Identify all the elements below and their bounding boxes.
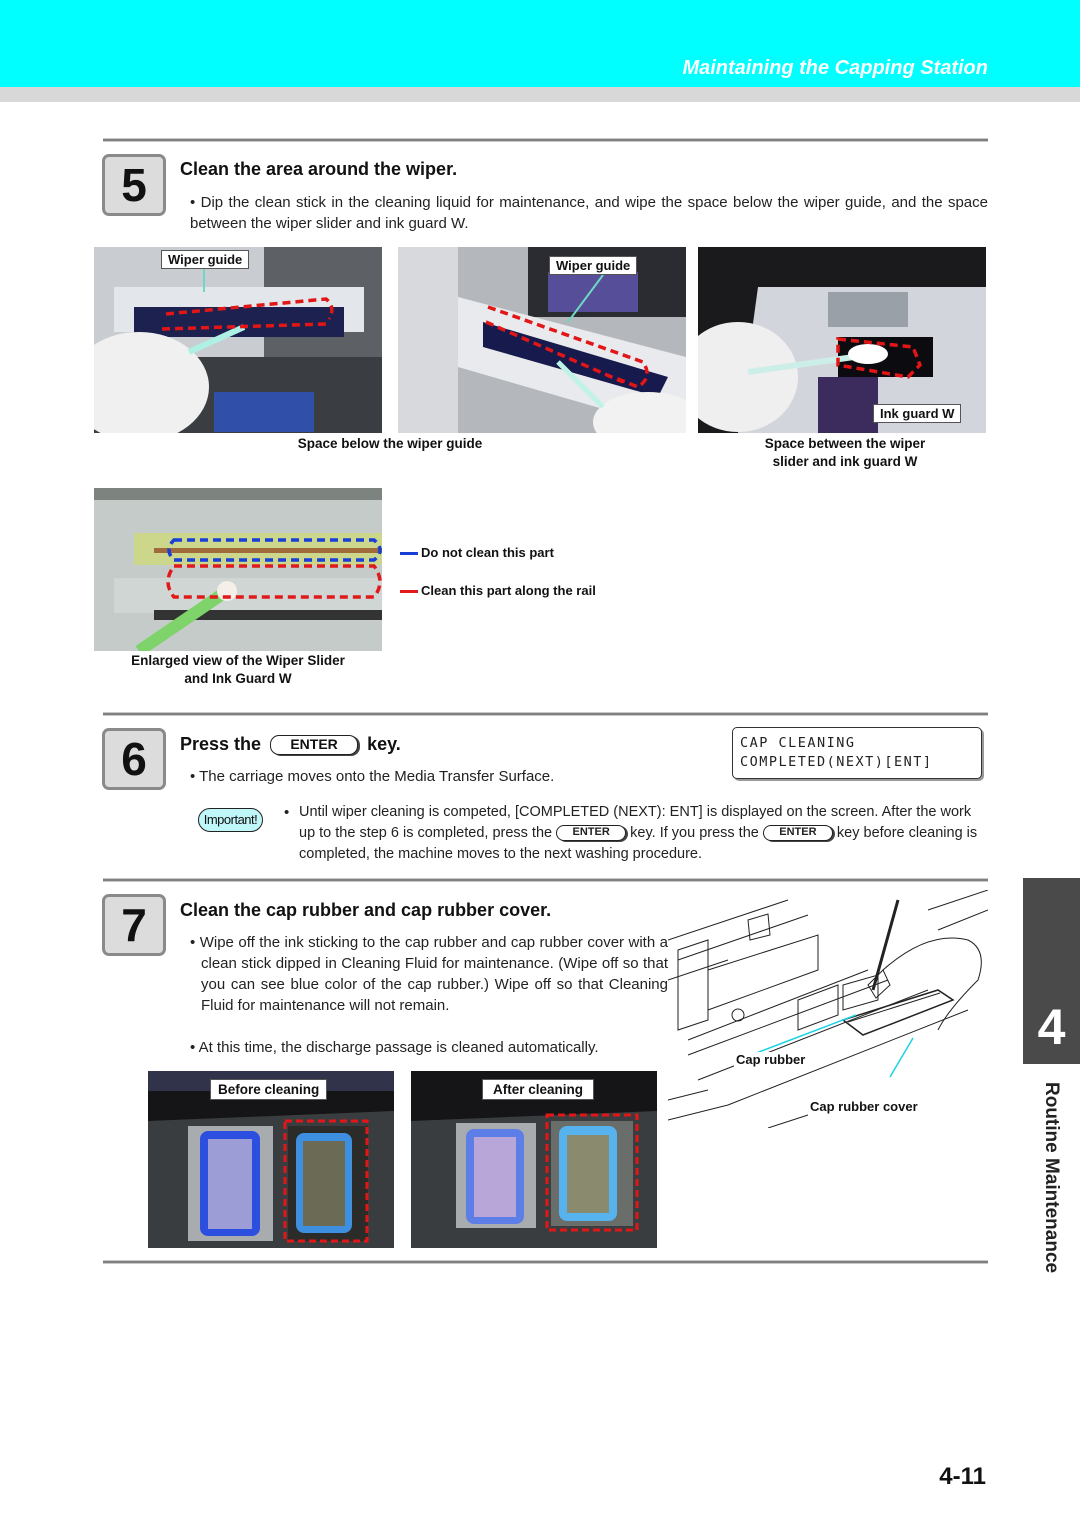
legend-blue-line [400, 552, 418, 555]
section-title: Maintaining the Capping Station [682, 57, 988, 79]
section-rule [103, 138, 988, 142]
legend-clean-along-rail: Clean this part along the rail [421, 583, 596, 598]
enlarged-caption-line2: and Ink Guard W [184, 671, 292, 686]
step6-title-suffix: key. [367, 734, 401, 754]
enlarged-caption-line1: Enlarged view of the Wiper Slider [131, 653, 345, 668]
page-number: 4-11 [939, 1463, 986, 1490]
important-badge: Important! [198, 808, 263, 832]
step6-bullet: • The carriage moves onto the Media Tran… [190, 768, 555, 785]
caption-space-between-line2: slider and ink guard W [772, 454, 918, 469]
lcd-line-2: COMPLETED(NEXT)[ENT] [740, 754, 933, 770]
step-number-5: 5 [102, 154, 166, 216]
enter-key-icon: ENTER [556, 825, 627, 842]
step7-title: Clean the cap rubber and cap rubber cove… [180, 900, 552, 920]
photo-wiper-guide-2 [398, 247, 686, 433]
lcd-display: CAP CLEANING COMPLETED(NEXT)[ENT] [732, 727, 982, 779]
step7-bullet-1: • Wipe off the ink sticking to the cap r… [190, 934, 668, 1014]
caption-space-between-line1: Space between the wiper [764, 436, 926, 451]
wiper-guide-label-1: Wiper guide [161, 250, 250, 269]
section-rule [103, 878, 988, 882]
section-rule [103, 712, 988, 716]
important-bullet-dot: • [284, 804, 290, 821]
step-number-6: 6 [102, 728, 166, 790]
header-divider [0, 87, 1080, 102]
chapter-tab[interactable]: 4 [1023, 878, 1080, 1064]
photo-enlarged-wiper-slider [94, 488, 382, 651]
step5-title: Clean the area around the wiper. [180, 159, 458, 179]
step6-title-prefix: Press the [180, 734, 262, 754]
photo-wiper-guide-1 [94, 247, 382, 433]
enter-key-icon: ENTER [762, 825, 833, 842]
cap-rubber-label: Cap rubber [734, 1052, 808, 1067]
after-cleaning-label: After cleaning [482, 1079, 595, 1100]
enter-key-icon: ENTER [270, 735, 359, 756]
step-number-7: 7 [102, 894, 166, 956]
legend-red-line [400, 590, 418, 593]
ink-guard-label: Ink guard W [873, 404, 962, 423]
chapter-title: Routine Maintenance [1041, 1082, 1062, 1274]
step6-title: Press the ENTER key. [180, 734, 401, 756]
caption-space-below-wiper-guide: Space below the wiper guide [297, 436, 483, 451]
important-text-2: key. If you press the [630, 825, 759, 841]
cap-rubber-cover-label: Cap rubber cover [808, 1099, 920, 1114]
wiper-guide-label-2: Wiper guide [549, 256, 638, 275]
before-cleaning-label: Before cleaning [210, 1079, 328, 1100]
lcd-line-1: CAP CLEANING [740, 735, 856, 751]
chapter-number: 4 [1037, 999, 1066, 1055]
diagram-cap-station [668, 890, 988, 1128]
step5-bullet: • Dip the clean stick in the cleaning li… [190, 194, 988, 232]
section-rule [103, 1260, 988, 1264]
step7-bullet-2: • At this time, the discharge passage is… [190, 1039, 599, 1056]
important-note: Until wiper cleaning is competed, [COMPL… [299, 802, 989, 865]
legend-do-not-clean: Do not clean this part [421, 545, 554, 560]
